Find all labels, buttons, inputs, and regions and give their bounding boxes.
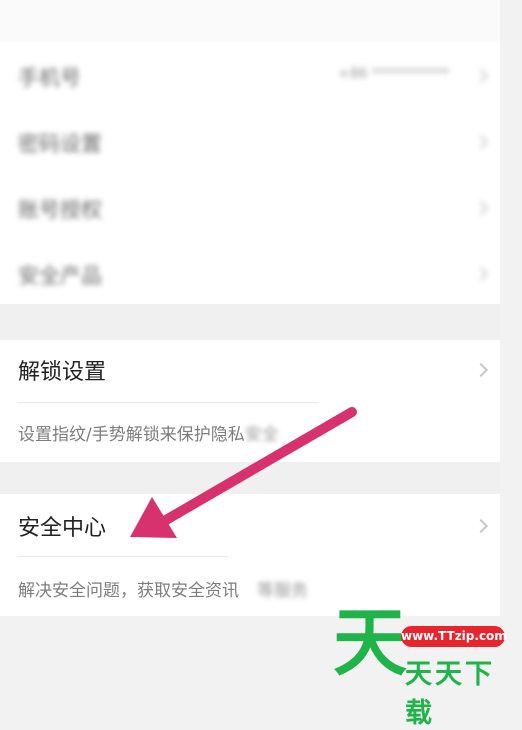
watermark-url-badge: www.TTzip.com [401,626,507,647]
watermark-logo: 天 [333,600,407,686]
watermark-text: 天天下载 [405,659,495,729]
pointer-arrow-icon [130,407,357,538]
arrow-shaft [161,407,357,525]
